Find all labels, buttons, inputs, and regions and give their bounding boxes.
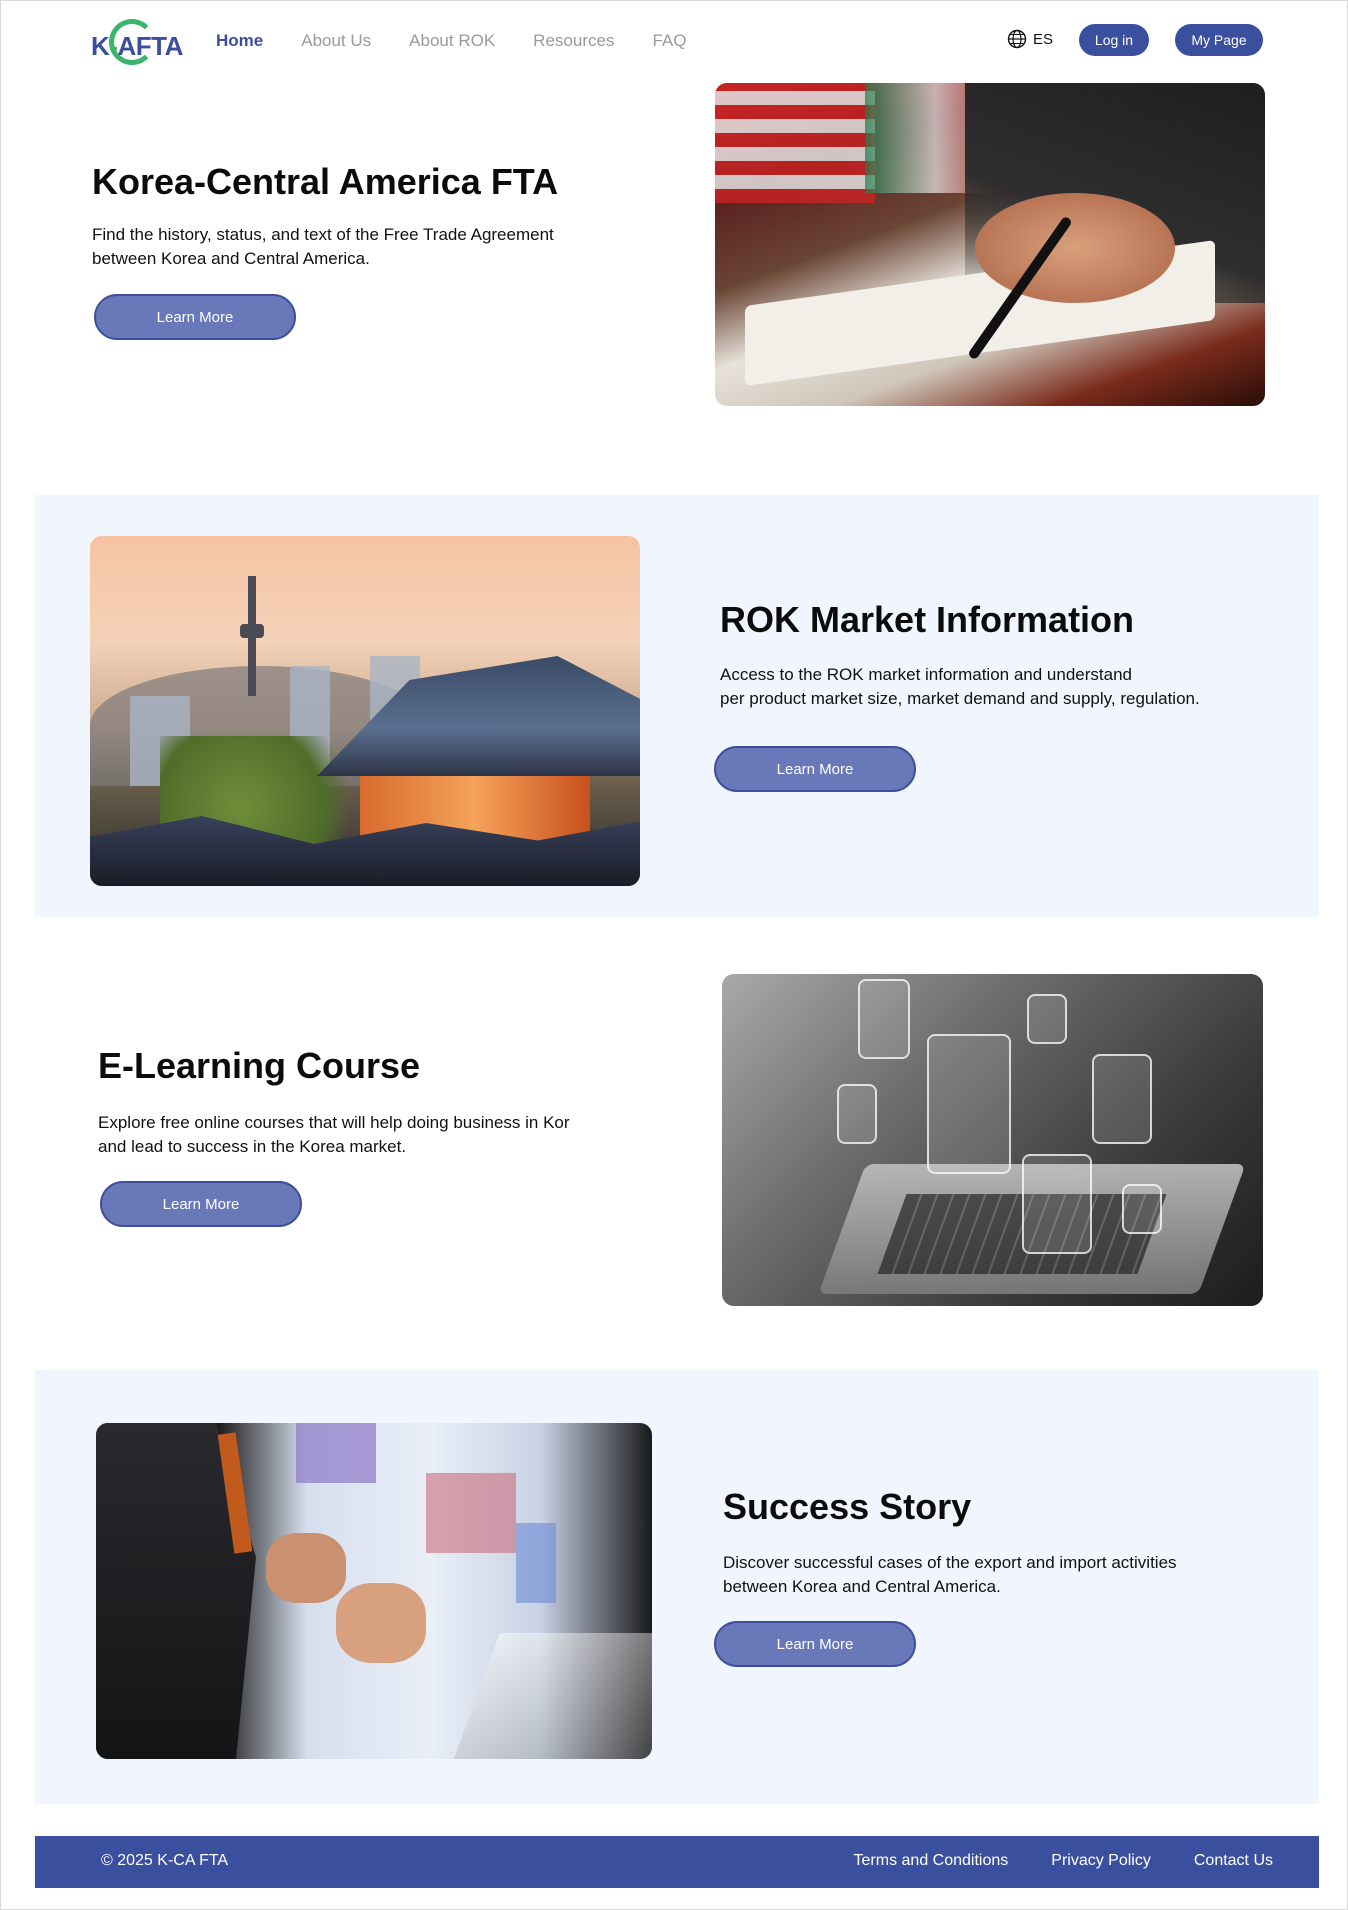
section-title: E-Learning Course	[98, 1045, 421, 1086]
footer-link-terms[interactable]: Terms and Conditions	[854, 1852, 1009, 1870]
language-label: ES	[1033, 30, 1054, 48]
section-success-story: Success Story Discover successful cases …	[35, 1370, 1319, 1804]
section-fta: Korea-Central America FTA Find the histo…	[1, 81, 1348, 481]
nav-faq[interactable]: FAQ	[652, 31, 686, 51]
description-line: between Korea and Central America.	[92, 249, 370, 268]
elearning-laptop-image	[722, 974, 1263, 1306]
nav-home[interactable]: Home	[216, 31, 263, 51]
learn-more-button[interactable]: Learn More	[94, 294, 296, 340]
globe-icon	[1007, 29, 1027, 49]
logo-text: K-AFTA	[91, 31, 183, 61]
nav-about-us[interactable]: About Us	[301, 31, 371, 51]
section-title: Korea-Central America FTA	[92, 161, 559, 202]
nav-resources[interactable]: Resources	[533, 31, 614, 51]
seoul-hanok-image	[90, 536, 640, 886]
language-selector[interactable]: ES	[1007, 29, 1053, 49]
description-line: between Korea and Central America.	[723, 1577, 1001, 1596]
footer-copyright: © 2025 K-CA FTA	[101, 1852, 229, 1869]
section-title: Success Story	[723, 1486, 972, 1527]
description-line: Explore free online courses that will he…	[98, 1113, 570, 1132]
section-description: Explore free online courses that will he…	[98, 1111, 658, 1159]
section-description: Discover successful cases of the export …	[723, 1551, 1283, 1599]
learn-more-button[interactable]: Learn More	[100, 1181, 302, 1227]
footer-link-privacy[interactable]: Privacy Policy	[1051, 1852, 1151, 1870]
nav-about-rok[interactable]: About ROK	[409, 31, 495, 51]
learn-more-button[interactable]: Learn More	[714, 1621, 916, 1667]
learn-more-button[interactable]: Learn More	[714, 746, 916, 792]
description-line: and lead to success in the Korea market.	[98, 1137, 407, 1156]
site-footer: © 2025 K-CA FTA Terms and Conditions Pri…	[35, 1836, 1319, 1888]
section-elearning: E-Learning Course Explore free online co…	[1, 941, 1348, 1341]
my-page-button[interactable]: My Page	[1175, 24, 1263, 56]
site-header: K-AFTA Home About Us About ROK Resources…	[1, 1, 1348, 81]
description-line: Access to the ROK market information and…	[720, 665, 1132, 684]
section-title: ROK Market Information	[720, 599, 1135, 640]
presenter-image	[96, 1423, 652, 1759]
site-logo[interactable]: K-AFTA	[91, 19, 183, 67]
footer-link-contact[interactable]: Contact Us	[1194, 1852, 1273, 1870]
description-line: Find the history, status, and text of th…	[92, 225, 554, 244]
section-rok-market: ROK Market Information Access to the ROK…	[35, 495, 1319, 917]
page-frame: K-AFTA Home About Us About ROK Resources…	[0, 0, 1348, 1910]
description-line: Discover successful cases of the export …	[723, 1553, 1177, 1572]
section-description: Find the history, status, and text of th…	[92, 223, 652, 271]
description-line: per product market size, market demand a…	[720, 689, 1200, 708]
main-nav: Home About Us About ROK Resources FAQ	[216, 31, 686, 51]
signing-agreement-image	[715, 83, 1265, 406]
login-button[interactable]: Log in	[1079, 24, 1149, 56]
section-description: Access to the ROK market information and…	[720, 663, 1280, 711]
footer-links: Terms and Conditions Privacy Policy Cont…	[854, 1852, 1273, 1870]
